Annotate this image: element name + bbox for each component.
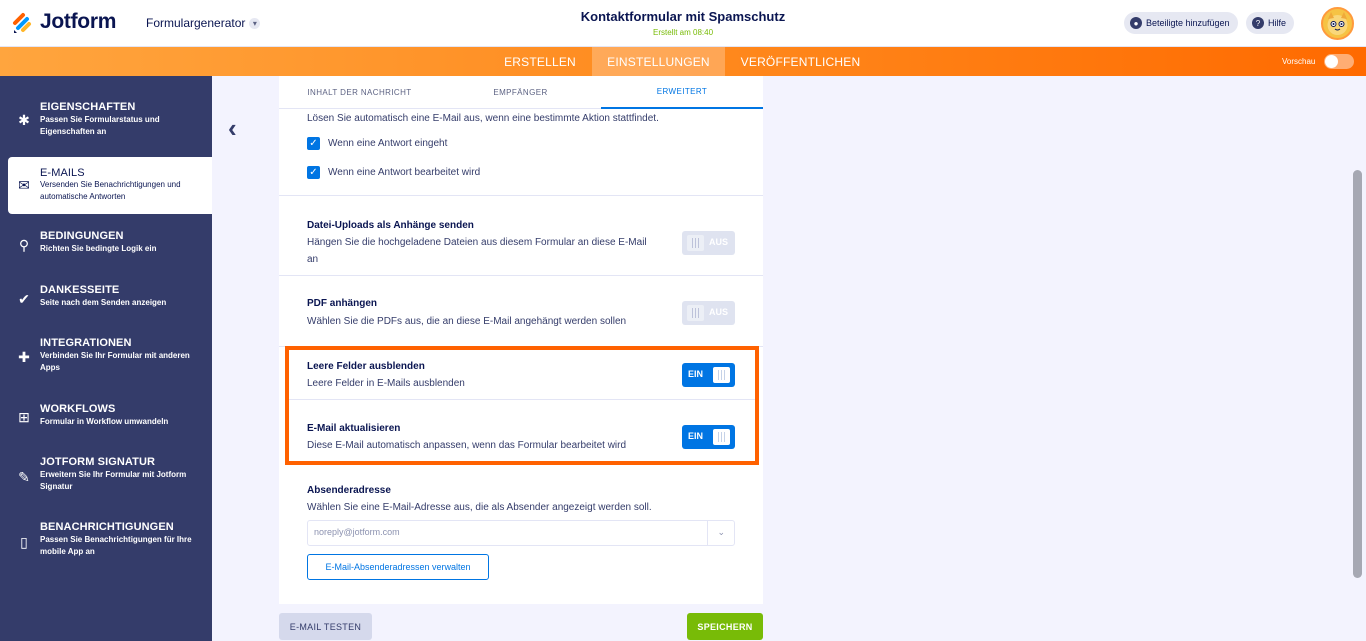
email-tabs: INHALT DER NACHRICHT EMPFÄNGER ERWEITERT: [279, 76, 763, 109]
checkbox-on-response[interactable]: ✓: [307, 137, 320, 150]
sidebar-item-emails[interactable]: ✉ E-MAILS Versenden Sie Benachrichtigung…: [8, 157, 212, 214]
tab-message-content[interactable]: INHALT DER NACHRICHT: [279, 76, 440, 109]
preview-toggle[interactable]: [1324, 54, 1354, 69]
sidebar-item-desc: Passen Sie Benachrichtigungen für Ihre m…: [40, 535, 192, 556]
sidebar-item-desc: Versenden Sie Benachrichtigungen und aut…: [40, 180, 181, 201]
gear-icon: ✱: [18, 111, 30, 128]
workflow-icon: ⊞: [18, 408, 30, 425]
puzzle-icon: ✚: [18, 348, 30, 365]
scrollbar[interactable]: [1353, 170, 1362, 578]
sidebar-item-title: BENACHRICHTIGUNGEN: [40, 521, 174, 533]
main-nav: ERSTELLEN EINSTELLUNGEN VERÖFFENTLICHEN …: [0, 47, 1366, 76]
nav-tab-publish[interactable]: VERÖFFENTLICHEN: [735, 47, 866, 76]
divider: [279, 275, 763, 276]
sidebar-item-conditions[interactable]: ⚲ BEDINGUNGEN Richten Sie bedingte Logik…: [8, 224, 212, 264]
sidebar-item-title: INTEGRATIONEN: [40, 337, 132, 349]
help-button[interactable]: ? Hilfe: [1246, 12, 1295, 34]
select-divider: [707, 521, 708, 545]
uploads-toggle[interactable]: AUS: [682, 231, 735, 255]
question-icon: ?: [1252, 17, 1264, 29]
nav-tab-create[interactable]: ERSTELLEN: [497, 47, 583, 76]
signature-icon: ✎: [18, 468, 30, 485]
trigger-description: Lösen Sie automatisch eine E-Mail aus, w…: [307, 113, 659, 124]
pdf-desc: Wählen Sie die PDFs aus, die an diese E-…: [307, 316, 627, 327]
highlight-box: [285, 346, 759, 465]
chevron-down-icon: ⌄: [717, 527, 725, 537]
toggle-state-label: AUS: [709, 237, 729, 247]
sidebar-item-thankyou[interactable]: ✔ DANKESSEITE Seite nach dem Senden anze…: [8, 278, 212, 318]
user-icon: ●: [1130, 17, 1142, 29]
sidebar-item-properties[interactable]: ✱ EIGENSCHAFTEN Passen Sie Formularstatu…: [8, 92, 212, 146]
uploads-desc-cont: an: [307, 254, 319, 265]
sidebar-item-desc: Seite nach dem Senden anzeigen: [40, 298, 167, 307]
sidebar-item-desc: Richten Sie bedingte Logik ein: [40, 244, 157, 253]
sidebar-item-desc: Formular in Workflow umwandeln: [40, 417, 169, 426]
sidebar-item-title: BEDINGUNGEN: [40, 230, 124, 242]
add-participants-button[interactable]: ● Beteiligte hinzufügen: [1124, 12, 1238, 34]
pdf-toggle[interactable]: AUS: [682, 301, 735, 325]
save-button[interactable]: SPEICHERN: [687, 613, 763, 640]
checkbox-on-edit[interactable]: ✓: [307, 166, 320, 179]
toggle-state-label: AUS: [709, 307, 729, 317]
sidebar-item-desc: Verbinden Sie Ihr Formular mit anderen A…: [40, 351, 190, 372]
email-settings-panel: INHALT DER NACHRICHT EMPFÄNGER ERWEITERT…: [279, 76, 763, 604]
sidebar-item-desc: Erweitern Sie Ihr Formular mit Jotform S…: [40, 470, 187, 491]
tab-recipients[interactable]: EMPFÄNGER: [440, 76, 601, 109]
top-header: Jotform Formulargenerator ▾ Kontaktformu…: [0, 0, 1366, 47]
sidebar-item-desc: Passen Sie Formularstatus und Eigenschaf…: [40, 115, 160, 136]
preview-label: Vorschau: [1282, 57, 1316, 66]
check-circle-icon: ✔: [18, 290, 30, 307]
checkbox-on-response-label: Wenn eine Antwort eingeht: [328, 138, 448, 149]
envelope-icon: ✉: [18, 176, 30, 193]
uploads-desc: Hängen Sie die hochgeladene Dateien aus …: [307, 237, 647, 248]
test-email-button[interactable]: E-MAIL TESTEN: [279, 613, 372, 640]
manage-sender-addresses-button[interactable]: E-Mail-Absenderadressen verwalten: [307, 554, 489, 580]
nav-tab-settings[interactable]: EINSTELLUNGEN: [592, 47, 725, 76]
divider: [279, 195, 763, 196]
sidebar-item-title: DANKESSEITE: [40, 284, 120, 296]
uploads-title: Datei-Uploads als Anhänge senden: [307, 220, 474, 231]
sender-desc: Wählen Sie eine E-Mail-Adresse aus, die …: [307, 502, 652, 513]
sidebar-item-title: E-MAILS: [40, 167, 85, 179]
sidebar-item-signature[interactable]: ✎ JOTFORM SIGNATUR Erweitern Sie Ihr For…: [8, 451, 212, 501]
sender-address-value: noreply@jotform.com: [314, 527, 400, 537]
checkbox-on-edit-label: Wenn eine Antwort bearbeitet wird: [328, 167, 481, 178]
sitemap-icon: ⚲: [18, 236, 30, 253]
tab-advanced[interactable]: ERWEITERT: [601, 76, 763, 109]
avatar[interactable]: [1321, 7, 1354, 40]
pdf-title: PDF anhängen: [307, 298, 378, 309]
mobile-bell-icon: ▯: [20, 533, 28, 550]
sidebar-item-title: EIGENSCHAFTEN: [40, 101, 136, 113]
sender-title: Absenderadresse: [307, 485, 391, 496]
help-label: Hilfe: [1268, 18, 1287, 28]
sidebar-item-integrations[interactable]: ✚ INTEGRATIONEN Verbinden Sie Ihr Formul…: [8, 331, 212, 381]
sidebar-item-workflows[interactable]: ⊞ WORKFLOWS Formular in Workflow umwande…: [8, 398, 212, 438]
add-participants-label: Beteiligte hinzufügen: [1146, 18, 1230, 28]
sender-address-select[interactable]: noreply@jotform.com ⌄: [307, 520, 735, 546]
chevron-left-icon[interactable]: ‹: [228, 115, 248, 141]
sidebar-item-title: WORKFLOWS: [40, 403, 116, 415]
settings-sidebar: ✱ EIGENSCHAFTEN Passen Sie Formularstatu…: [0, 76, 212, 641]
sidebar-item-title: JOTFORM SIGNATUR: [40, 456, 156, 468]
sidebar-item-notifications[interactable]: ▯ BENACHRICHTIGUNGEN Passen Sie Benachri…: [8, 516, 212, 566]
